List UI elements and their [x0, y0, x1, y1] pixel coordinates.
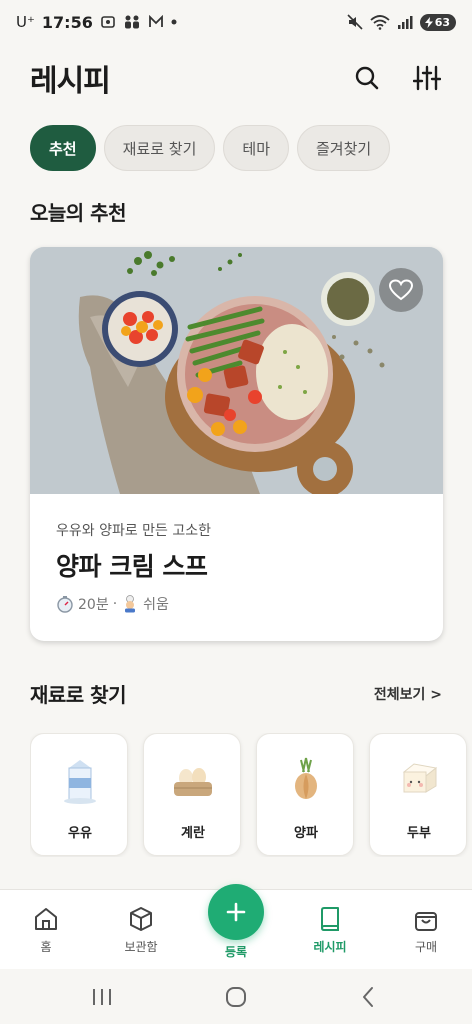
tab-recommend[interactable]: 추천: [30, 125, 96, 171]
chef-icon: [125, 595, 136, 613]
nav-item-shop[interactable]: 구매: [386, 906, 466, 955]
eggs-basket-icon: [174, 768, 212, 796]
ingredient-card-onion[interactable]: 양파: [256, 733, 354, 856]
add-recipe-button[interactable]: [208, 884, 264, 940]
recommend-card[interactable]: 우유와 양파로 만든 고소한 양파 크림 스프 20분 · 쉬움: [30, 247, 443, 641]
book-icon: [321, 907, 339, 931]
charging-icon: [424, 16, 433, 28]
tab-favorites[interactable]: 즐겨찾기: [297, 125, 391, 171]
meta-separator: ·: [112, 596, 118, 612]
status-time: 17:56: [41, 12, 93, 32]
screenshot-icon: [101, 16, 115, 28]
add-recipe-label: 등록: [224, 945, 248, 959]
recent-apps-button[interactable]: [87, 982, 117, 1012]
back-button[interactable]: [353, 982, 383, 1012]
wifi-icon: [370, 15, 390, 30]
search-icon: [355, 66, 379, 90]
status-bar: U⁺ 17:56 63: [0, 0, 472, 44]
nav-label: 구매: [414, 940, 438, 954]
ingredient-label: 두부: [407, 826, 431, 841]
tab-by-ingredient[interactable]: 재료로 찾기: [103, 125, 216, 171]
nav-item-storage[interactable]: 보관함: [101, 906, 181, 955]
timer-icon: [57, 596, 73, 613]
recent-apps-icon: [93, 989, 111, 1005]
milk-carton-icon: [64, 760, 96, 804]
recipe-subtitle: 우유와 양파로 만든 고소한: [56, 523, 212, 539]
category-tabs: 추천 재료로 찾기 테마 즐겨찾기: [30, 125, 391, 171]
home-icon: [35, 908, 57, 930]
filter-button[interactable]: [412, 63, 442, 93]
tab-theme[interactable]: 테마: [223, 125, 289, 171]
ingredient-list: 우유 계란 양파 두부: [30, 733, 472, 857]
bottom-nav: 홈 보관함 등록 레시피 구매: [0, 884, 472, 969]
ingredient-label: 양파: [294, 826, 318, 841]
carrier-label: U⁺: [16, 13, 35, 31]
see-all-link[interactable]: 전체보기 >: [374, 684, 442, 704]
home-circle-icon: [226, 987, 246, 1007]
tofu-icon: [402, 763, 438, 793]
page-title: 레시피: [30, 64, 111, 99]
ingredient-card-tofu[interactable]: 두부: [369, 733, 467, 856]
battery-indicator: 63: [419, 13, 456, 31]
recommend-section-title: 오늘의 추천: [30, 201, 126, 225]
dot-icon: [171, 19, 177, 25]
box-icon: [130, 907, 152, 931]
system-nav-bar: [0, 969, 472, 1024]
ingredient-card-milk[interactable]: 우유: [30, 733, 128, 856]
back-icon: [363, 987, 373, 1007]
search-button[interactable]: [352, 63, 382, 93]
nav-label: 홈: [40, 940, 52, 954]
battery-level: 63: [434, 15, 450, 29]
sliders-icon: [413, 65, 441, 91]
ingredient-label: 우유: [68, 826, 92, 841]
recipe-meta: 20분 · 쉬움: [56, 594, 169, 614]
plus-icon: [226, 902, 246, 922]
mail-icon: [148, 15, 163, 27]
ingredient-section-title: 재료로 찾기: [30, 683, 126, 707]
shopping-bag-icon: [415, 912, 437, 931]
home-system-button[interactable]: [221, 982, 251, 1012]
signal-icon: [397, 16, 413, 29]
recipe-title: 양파 크림 스프: [56, 552, 208, 581]
recipe-difficulty: 쉬움: [143, 597, 169, 613]
nav-item-home[interactable]: 홈: [6, 906, 86, 955]
nav-label: 레시피: [313, 940, 347, 954]
people-icon: [124, 15, 139, 29]
header: 레시피: [0, 52, 472, 104]
nav-item-recipe[interactable]: 레시피: [290, 906, 370, 955]
ingredient-label: 계란: [181, 826, 205, 841]
recipe-time: 20분: [78, 597, 109, 613]
mute-icon: [347, 14, 363, 30]
heart-icon: [389, 279, 413, 301]
onion-icon: [295, 757, 317, 799]
ingredient-card-egg[interactable]: 계란: [143, 733, 241, 856]
favorite-button[interactable]: [379, 268, 423, 312]
nav-label: 보관함: [124, 940, 158, 954]
